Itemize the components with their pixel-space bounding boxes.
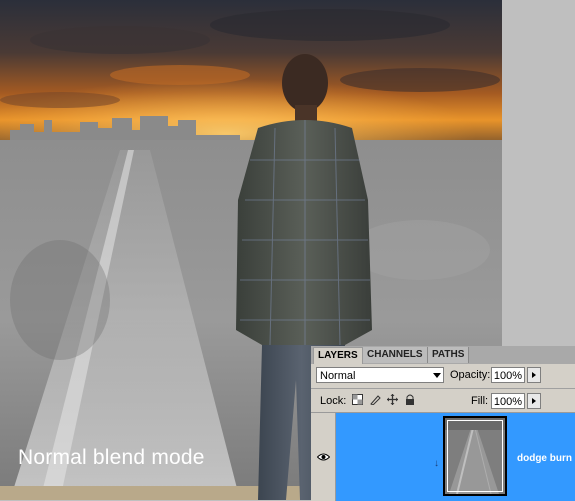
fill-label: Fill: <box>471 395 489 407</box>
visibility-toggle[interactable] <box>311 413 336 501</box>
lock-label: Lock: <box>320 395 347 407</box>
opacity-label: Opacity: <box>450 369 491 381</box>
blend-opacity-row: Normal Opacity: 100% <box>311 364 575 388</box>
caption-text: Normal blend mode <box>18 446 205 469</box>
lock-fill-row: Lock: Fill: 100% <box>311 388 575 413</box>
arrow-down-icon: ↓ <box>434 458 439 469</box>
layer-row[interactable]: ↓ dodge burn <box>311 412 575 501</box>
layer-name[interactable]: dodge burn <box>517 453 572 464</box>
tab-channels[interactable]: CHANNELS <box>363 347 428 363</box>
layers-panel: LAYERS CHANNELS PATHS Normal Opacity: 10… <box>311 346 575 501</box>
chevron-down-icon <box>433 373 441 378</box>
tab-paths[interactable]: PATHS <box>428 347 470 363</box>
thumbnail-selection-border <box>447 420 503 492</box>
canvas-pasteboard <box>502 0 575 346</box>
layer-thumbnail[interactable] <box>443 416 507 496</box>
tab-layers[interactable]: LAYERS <box>313 347 363 364</box>
opacity-slider-button[interactable] <box>527 367 541 383</box>
blend-mode-select[interactable]: Normal <box>316 367 444 383</box>
blend-mode-value: Normal <box>320 370 356 382</box>
fill-field[interactable]: 100% <box>491 393 525 409</box>
lock-transparent-pixels-icon[interactable] <box>351 394 363 406</box>
lock-image-pixels-icon[interactable] <box>369 394 381 406</box>
opacity-field[interactable]: 100% <box>491 367 525 383</box>
lock-position-icon[interactable] <box>386 394 398 406</box>
eye-icon <box>317 453 330 461</box>
layer-item-selected[interactable]: ↓ dodge burn <box>336 413 575 501</box>
panel-tabs: LAYERS CHANNELS PATHS <box>311 346 575 364</box>
fill-slider-button[interactable] <box>527 393 541 409</box>
lock-all-icon[interactable] <box>404 394 416 406</box>
